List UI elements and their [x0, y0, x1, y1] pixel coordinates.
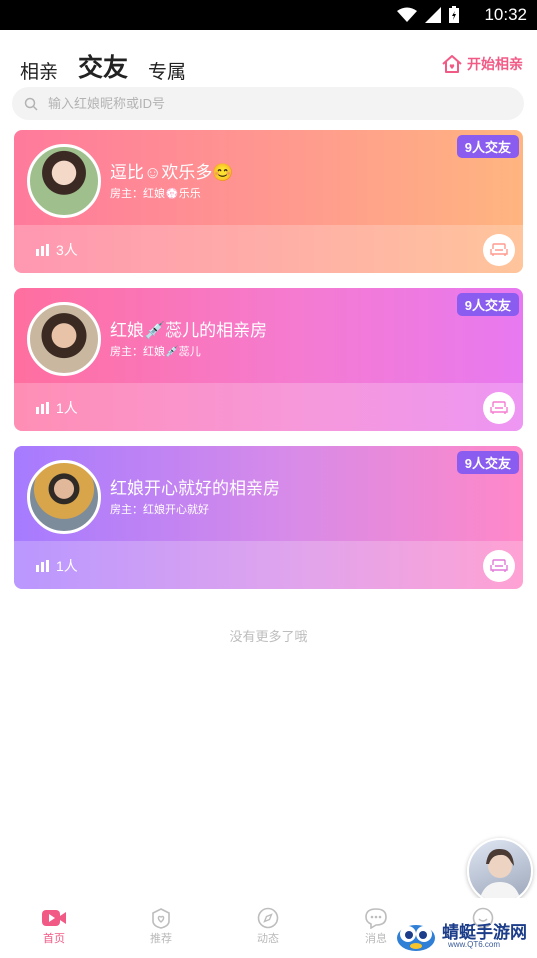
- sofa-seat-button[interactable]: [483, 550, 515, 582]
- search-bar[interactable]: [12, 87, 524, 120]
- sofa-seat-button[interactable]: [483, 234, 515, 266]
- room-host: 房主：红娘💮乐乐: [110, 188, 201, 200]
- battery-icon: [449, 6, 459, 23]
- site-watermark: 蜻蜓手游网 www.QT6.com: [392, 914, 532, 954]
- room-card[interactable]: 红娘开心就好的相亲房 房主：红娘开心就好 9人交友 1人: [14, 446, 523, 589]
- room-card[interactable]: 逗比☺欢乐多😊 房主：红娘💮乐乐 9人交友 3人: [14, 130, 523, 273]
- nav-recommend-label: 推荐: [150, 933, 172, 945]
- nav-home[interactable]: 首页: [24, 906, 84, 946]
- search-icon: [24, 97, 38, 111]
- dragonfly-logo-icon: [397, 925, 435, 951]
- host-avatar[interactable]: [27, 144, 101, 218]
- room-title: 红娘💉蕊儿的相亲房: [110, 321, 268, 340]
- status-icons: [397, 6, 459, 23]
- room-type-badge: 9人交友: [456, 451, 519, 474]
- host-avatar[interactable]: [27, 460, 101, 534]
- host-avatar[interactable]: [27, 302, 101, 376]
- no-more-text: 没有更多了哦: [229, 629, 308, 644]
- sofa-icon: [490, 401, 508, 414]
- floating-avatar-image: [479, 848, 521, 902]
- room-title: 逗比☺欢乐多😊: [110, 163, 234, 182]
- card-footer: [14, 383, 523, 431]
- sofa-seat-button[interactable]: [483, 392, 515, 424]
- bar-signal-icon: [36, 402, 49, 414]
- wifi-icon: [397, 7, 417, 22]
- status-time: 10:32: [484, 5, 527, 24]
- online-count: 1人: [36, 398, 78, 418]
- start-matchmaking-button[interactable]: 开始相亲: [441, 54, 523, 74]
- room-type-badge: 9人交友: [456, 135, 519, 158]
- status-bar: 10:32: [0, 0, 537, 30]
- watermark-url: www.QT6.com: [448, 940, 501, 949]
- nav-moments[interactable]: 动态: [238, 906, 298, 946]
- bar-signal-icon: [36, 244, 49, 256]
- nav-recommend[interactable]: 推荐: [131, 906, 191, 946]
- online-count: 1人: [36, 556, 78, 576]
- start-matchmaking-label: 开始相亲: [467, 56, 523, 72]
- house-heart-icon: [442, 55, 462, 73]
- room-title: 红娘开心就好的相亲房: [110, 479, 280, 498]
- sofa-icon: [490, 559, 508, 572]
- tab-zhuanshu[interactable]: 专属: [148, 57, 186, 84]
- room-card[interactable]: 红娘💉蕊儿的相亲房 房主：红娘💉蕊儿 9人交友 1人: [14, 288, 523, 431]
- floating-live-avatar[interactable]: [467, 838, 533, 904]
- online-count-label: 1人: [56, 558, 78, 574]
- room-type-badge: 9人交友: [456, 293, 519, 316]
- heart-shield-icon: [131, 906, 191, 930]
- nav-home-label: 首页: [43, 933, 65, 945]
- tab-xiangqin[interactable]: 相亲: [20, 57, 58, 84]
- online-count-label: 1人: [56, 400, 78, 416]
- card-footer: [14, 225, 523, 273]
- online-count-label: 3人: [56, 242, 78, 258]
- room-host: 房主：红娘开心就好: [110, 504, 209, 516]
- video-play-icon: [24, 906, 84, 930]
- bar-signal-icon: [36, 560, 49, 572]
- nav-moments-label: 动态: [257, 933, 279, 945]
- room-host: 房主：红娘💉蕊儿: [110, 346, 201, 358]
- online-count: 3人: [36, 240, 78, 260]
- compass-icon: [238, 906, 298, 930]
- signal-icon: [425, 6, 441, 23]
- top-tabs: 相亲 交友 专属: [20, 48, 186, 84]
- nav-messages-label: 消息: [365, 933, 387, 945]
- sofa-icon: [490, 243, 508, 256]
- tab-jiaoyou[interactable]: 交友: [78, 48, 128, 84]
- card-footer: [14, 541, 523, 589]
- search-input[interactable]: [46, 95, 490, 112]
